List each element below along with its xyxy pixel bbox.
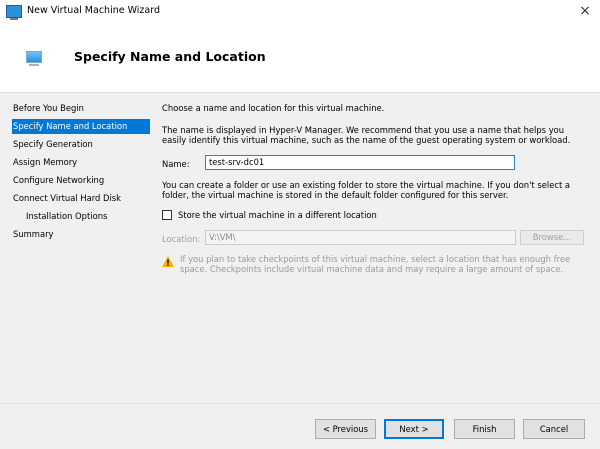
store-location-option[interactable]: Store the virtual machine in a different… (162, 210, 377, 220)
sidebar-item-before-you-begin[interactable]: Before You Begin (12, 101, 150, 116)
footer-divider (0, 403, 600, 404)
location-input: V:\VM\ (205, 230, 516, 245)
sidebar-item-connect-virtual-hard-disk[interactable]: Connect Virtual Hard Disk (12, 191, 150, 206)
folder-help-text: You can create a folder or use an existi… (162, 180, 571, 200)
sidebar-item-specify-name-and-location[interactable]: Specify Name and Location (12, 119, 150, 134)
window-title: New Virtual Machine Wizard (27, 5, 160, 16)
name-input[interactable]: test-srv-dc01 (205, 155, 515, 170)
sidebar-item-configure-networking[interactable]: Configure Networking (12, 173, 150, 188)
store-location-checkbox[interactable] (162, 210, 172, 220)
browse-button: Browse... (520, 230, 584, 245)
wizard-steps-sidebar: Before You Begin Specify Name and Locati… (12, 101, 150, 245)
location-label: Location: (162, 234, 201, 244)
hyper-v-app-icon (6, 5, 22, 20)
close-icon[interactable]: × (578, 2, 592, 20)
store-location-checkbox-label: Store the virtual machine in a different… (178, 210, 377, 220)
intro-text: Choose a name and location for this virt… (162, 103, 385, 113)
wizard-header: Specify Name and Location (0, 24, 600, 93)
checkpoint-warning-text: If you plan to take checkpoints of this … (180, 254, 571, 274)
sidebar-item-installation-options[interactable]: Installation Options (12, 209, 150, 224)
page-title: Specify Name and Location (74, 49, 266, 64)
finish-button[interactable]: Finish (454, 419, 515, 439)
title-bar: New Virtual Machine Wizard × (0, 0, 600, 24)
sidebar-item-assign-memory[interactable]: Assign Memory (12, 155, 150, 170)
virtual-machine-icon (26, 51, 42, 66)
cancel-button[interactable]: Cancel (523, 419, 585, 439)
sidebar-item-summary[interactable]: Summary (12, 227, 150, 242)
warning-icon (162, 256, 174, 267)
name-help-text: The name is displayed in Hyper-V Manager… (162, 125, 571, 145)
sidebar-item-specify-generation[interactable]: Specify Generation (12, 137, 150, 152)
previous-button[interactable]: < Previous (315, 419, 376, 439)
next-button[interactable]: Next > (384, 419, 444, 439)
name-label: Name: (162, 159, 190, 169)
